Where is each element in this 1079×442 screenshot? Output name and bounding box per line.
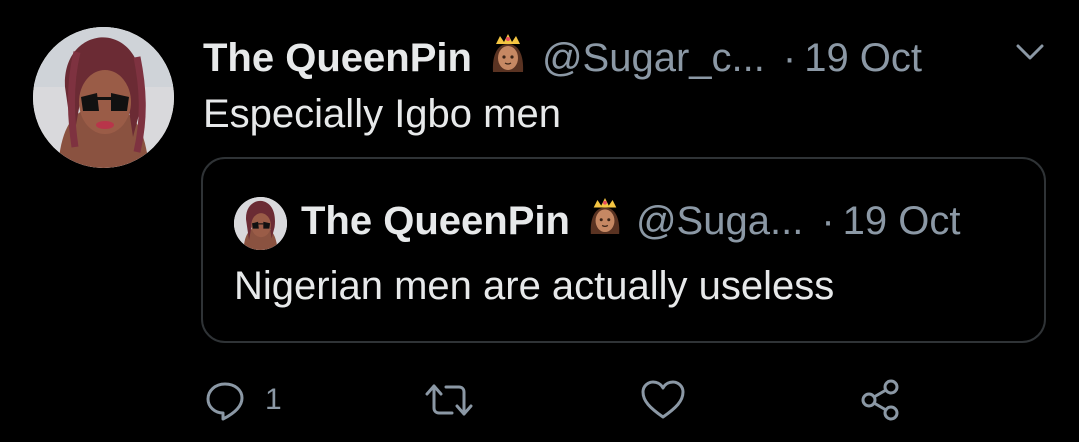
princess-emoji-icon [490, 32, 526, 84]
quoted-tweet[interactable]: The QueenPin @Suga... · 19 Oct Nigerian … [201, 157, 1046, 343]
quoted-tweet-text: Nigerian men are actually useless [234, 264, 835, 308]
tweet-actions: 1 [203, 378, 1003, 422]
timestamp[interactable]: 19 Oct [804, 36, 922, 81]
reply-count: 1 [265, 383, 282, 416]
retweet-button[interactable] [424, 378, 474, 422]
user-handle[interactable]: @Sugar_c... [542, 36, 765, 81]
quoted-avatar [234, 197, 287, 250]
reply-icon [206, 382, 244, 421]
reply-button[interactable]: 1 [203, 378, 282, 422]
tweet-text: Especially Igbo men [203, 92, 561, 136]
tweet[interactable]: The QueenPin @Sugar_c... · 19 Oct Especi… [0, 0, 1079, 442]
separator-dot: · [821, 198, 835, 243]
quoted-timestamp: 19 Oct [842, 198, 961, 243]
display-name[interactable]: The QueenPin [203, 36, 472, 81]
share-button[interactable] [858, 378, 902, 422]
princess-emoji-icon [588, 196, 622, 246]
separator-dot: · [782, 35, 797, 80]
share-icon [861, 379, 899, 421]
like-button[interactable] [640, 378, 686, 422]
chevron-down-icon[interactable] [1013, 40, 1047, 64]
tweet-header: The QueenPin @Sugar_c... · 19 Oct [203, 33, 922, 83]
quoted-tweet-header: The QueenPin @Suga... · 19 Oct [301, 196, 960, 246]
quoted-user-handle: @Suga... [635, 198, 804, 243]
like-icon [641, 380, 685, 419]
quoted-display-name: The QueenPin [301, 198, 570, 243]
retweet-icon [425, 384, 473, 416]
avatar-photo [33, 27, 174, 168]
avatar[interactable] [33, 27, 174, 168]
